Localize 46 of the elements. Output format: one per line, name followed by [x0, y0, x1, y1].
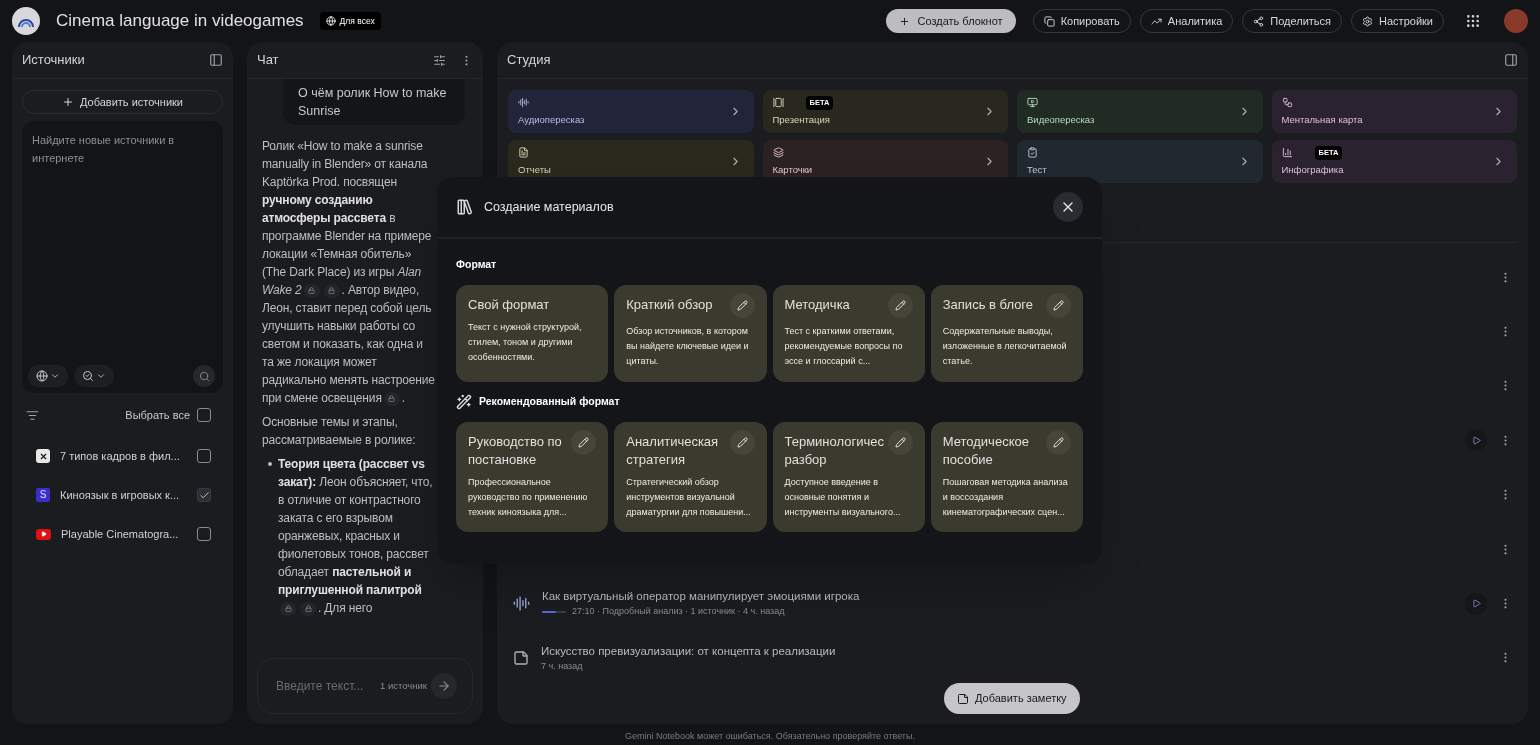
card-title: Запись в блоге: [942, 296, 1035, 314]
card-title: Методическое пособие: [942, 433, 1030, 469]
card-description: Стратегический обзор инструментов визуальной драматургии для повышени...: [626, 476, 752, 519]
item-meta: 27:10 · Подробный анализ · 1 источник · 4 ч. назад: [572, 605, 785, 619]
source-title: Киноязык в игровых к...: [60, 487, 181, 503]
panel-title: Чат: [257, 51, 279, 70]
source-title: Playable Cinematogra...: [61, 526, 180, 542]
panel-title: Студия: [507, 51, 551, 70]
card-description: Обзор источников, в котором вы найдете ключевые идеи и цитаты.: [626, 325, 750, 368]
answer-paragraph: Основные темы и этапы, рассматриваемые в ролике:: [262, 414, 417, 449]
card-title: Терминологичес разбор: [784, 433, 884, 469]
card-title: Краткий обзор: [626, 296, 714, 314]
tile-label: Аудиопересказ: [518, 112, 586, 127]
user-message: О чём ролик How to make Sunrise: [283, 79, 465, 125]
card-description: Содержательные выводы, изложенные в легкочитаемой статье.: [942, 325, 1068, 368]
panel-title: Источники: [22, 51, 85, 70]
answer-bullet: Теория цвета (рассвет vs закат): Леон объясняет, что, в отличие от контрастного заката с его взрывом оранжевых, красных и фиолетовых тонов, рассвет обладает пастельной и приглушенной палитрой . Для него: [262, 455, 437, 617]
card-title: Методичка: [784, 296, 851, 314]
dialog-title: Создание материалов: [484, 198, 615, 216]
card-description: Тест с краткими ответами, рекомендуемые вопросы по эссе и глоссарий с...: [784, 325, 904, 368]
section-title: Рекомендованный формат: [479, 394, 620, 410]
source-title: 7 типов кадров в фил...: [60, 448, 181, 464]
card-title: Свой формат: [468, 296, 551, 314]
tile-label: Инфографика: [1281, 162, 1345, 177]
card-description: Профессиональное руководство по применению техник киноязыка для...: [468, 476, 589, 519]
disclaimer-text: Gemini Notebook может ошибаться. Обязательно проверяйте ответы.: [625, 730, 915, 743]
tile-label: Ментальная карта: [1281, 112, 1364, 127]
card-title: Аналитическая стратегия: [626, 433, 720, 469]
card-title: Руководство по постановке: [468, 433, 563, 469]
notebook-title: Cinema language in videogames: [56, 10, 304, 33]
item-title: Как виртуальный оператор манипулирует эмоциями игрока: [542, 589, 861, 605]
card-description: Доступное введение в основные понятия и инструменты визуального...: [784, 476, 902, 519]
tile-label: Тест: [1027, 162, 1048, 177]
tile-label: Презентация: [772, 112, 831, 127]
select-all-label: Выбрать все: [125, 408, 190, 423]
answer-paragraph: Ролик «How to make a sunrise manually in Blender» от канала Kaptörka Prod. посвящен ручному созданию атмосферы рассвета в программе Blender на примере локации «Темная обитель» (The Dark Place) из игры Alan Wake 2 . Автор видео, Леон, ставит перед собой цель улучшить навыки работы со светом и показать, как одна и та же локация может радикально менять настроение при смене освещения .: [262, 138, 436, 407]
tile-label: Отчеты: [518, 162, 552, 177]
item-meta: 7 ч. назад: [541, 659, 583, 673]
source-count: 1 источник: [380, 678, 427, 693]
section-title: Формат: [456, 257, 497, 273]
tile-label: Видеопересказ: [1027, 112, 1096, 127]
item-title: Искусство превизуализации: от концепта к реализации: [541, 643, 837, 659]
card-description: Пошаговая методика анализа и воссоздания кинематографических сцен...: [942, 476, 1069, 519]
doc-badge-icon: S: [36, 488, 50, 502]
tile-label: Карточки: [772, 162, 814, 177]
card-description: Текст с нужной структурой, стилем, тоном и другими особенностями.: [468, 321, 583, 364]
